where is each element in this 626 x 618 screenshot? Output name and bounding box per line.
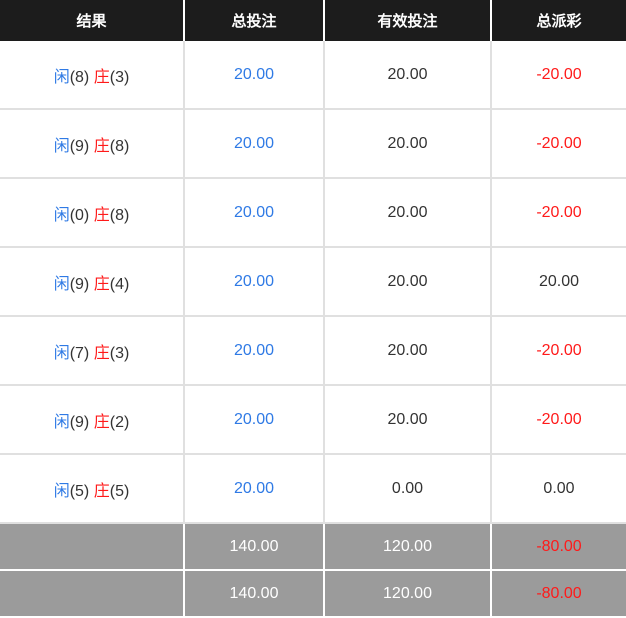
player-label: 闲 bbox=[53, 275, 70, 293]
payout-cell: -20.00 bbox=[491, 385, 626, 455]
payout-cell: -20.00 bbox=[491, 316, 626, 386]
header-total-bet: 总投注 bbox=[184, 0, 325, 41]
header-total-payout: 总派彩 bbox=[491, 0, 626, 41]
banker-label: 庄 bbox=[93, 137, 110, 155]
player-label: 闲 bbox=[53, 206, 70, 224]
result-cell: 闲(9) 庄(2) bbox=[0, 385, 185, 455]
banker-label: 庄 bbox=[93, 206, 110, 224]
table-header: 结果 总投注 有效投注 总派彩 bbox=[0, 0, 626, 41]
table-body: 闲(8) 庄(3) 20.00 20.00 -20.00 闲(9) 庄(8) 2… bbox=[0, 41, 626, 618]
payout-cell: -20.00 bbox=[491, 178, 626, 248]
player-score: (9) bbox=[69, 413, 90, 431]
player-score: (9) bbox=[69, 137, 90, 155]
valid-bet-cell: 20.00 bbox=[324, 316, 492, 386]
subtotal-total-bet: 140.00 bbox=[184, 523, 325, 571]
player-score: (8) bbox=[69, 68, 90, 86]
banker-score: (3) bbox=[109, 68, 130, 86]
subtotal-valid-bet: 120.00 bbox=[324, 523, 492, 571]
total-bet-cell: 20.00 bbox=[184, 385, 325, 455]
banker-label: 庄 bbox=[93, 344, 110, 362]
total-bet-cell: 20.00 bbox=[184, 454, 325, 524]
table-row: 闲(9) 庄(8) 20.00 20.00 -20.00 bbox=[0, 109, 626, 179]
result-cell: 闲(9) 庄(8) bbox=[0, 109, 185, 179]
total-bet-cell: 20.00 bbox=[184, 178, 325, 248]
valid-bet-cell: 20.00 bbox=[324, 247, 492, 317]
total-bet-cell: 20.00 bbox=[184, 316, 325, 386]
player-label: 闲 bbox=[53, 413, 70, 431]
valid-bet-cell: 20.00 bbox=[324, 178, 492, 248]
payout-cell: 20.00 bbox=[491, 247, 626, 317]
player-score: (7) bbox=[69, 344, 90, 362]
result-cell: 闲(7) 庄(3) bbox=[0, 316, 185, 386]
banker-score: (4) bbox=[109, 275, 130, 293]
grand-total-row: 140.00 120.00 -80.00 bbox=[0, 570, 626, 618]
table-row: 闲(9) 庄(4) 20.00 20.00 20.00 bbox=[0, 247, 626, 317]
result-cell: 闲(9) 庄(4) bbox=[0, 247, 185, 317]
result-cell: 闲(8) 庄(3) bbox=[0, 41, 185, 110]
player-score: (5) bbox=[69, 482, 90, 500]
payout-cell: -20.00 bbox=[491, 41, 626, 110]
grand-total-label-cell bbox=[0, 570, 185, 618]
result-cell: 闲(5) 庄(5) bbox=[0, 454, 185, 524]
grand-total-valid-bet: 120.00 bbox=[324, 570, 492, 618]
banker-score: (8) bbox=[109, 206, 130, 224]
banker-score: (3) bbox=[109, 344, 130, 362]
header-row: 结果 总投注 有效投注 总派彩 bbox=[0, 0, 626, 41]
header-valid-bet: 有效投注 bbox=[324, 0, 492, 41]
banker-label: 庄 bbox=[93, 275, 110, 293]
banker-label: 庄 bbox=[93, 482, 110, 500]
player-score: (0) bbox=[69, 206, 90, 224]
grand-total-total-bet: 140.00 bbox=[184, 570, 325, 618]
banker-score: (2) bbox=[109, 413, 130, 431]
payout-cell: 0.00 bbox=[491, 454, 626, 524]
subtotal-row: 140.00 120.00 -80.00 bbox=[0, 523, 626, 571]
valid-bet-cell: 20.00 bbox=[324, 41, 492, 110]
banker-label: 庄 bbox=[93, 413, 110, 431]
subtotal-payout: -80.00 bbox=[491, 523, 626, 571]
valid-bet-cell: 0.00 bbox=[324, 454, 492, 524]
header-result: 结果 bbox=[0, 0, 185, 41]
total-bet-cell: 20.00 bbox=[184, 109, 325, 179]
valid-bet-cell: 20.00 bbox=[324, 385, 492, 455]
banker-label: 庄 bbox=[93, 68, 110, 86]
table-row: 闲(8) 庄(3) 20.00 20.00 -20.00 bbox=[0, 41, 626, 110]
banker-score: (8) bbox=[109, 137, 130, 155]
player-label: 闲 bbox=[53, 137, 70, 155]
total-bet-cell: 20.00 bbox=[184, 41, 325, 110]
bet-history-table: 结果 总投注 有效投注 总派彩 闲(8) 庄(3) 20.00 20.00 -2… bbox=[0, 0, 626, 618]
subtotal-label-cell bbox=[0, 523, 185, 571]
table-row: 闲(9) 庄(2) 20.00 20.00 -20.00 bbox=[0, 385, 626, 455]
total-bet-cell: 20.00 bbox=[184, 247, 325, 317]
valid-bet-cell: 20.00 bbox=[324, 109, 492, 179]
player-score: (9) bbox=[69, 275, 90, 293]
table-row: 闲(5) 庄(5) 20.00 0.00 0.00 bbox=[0, 454, 626, 524]
player-label: 闲 bbox=[53, 482, 70, 500]
table-row: 闲(7) 庄(3) 20.00 20.00 -20.00 bbox=[0, 316, 626, 386]
player-label: 闲 bbox=[53, 68, 70, 86]
result-cell: 闲(0) 庄(8) bbox=[0, 178, 185, 248]
table-row: 闲(0) 庄(8) 20.00 20.00 -20.00 bbox=[0, 178, 626, 248]
payout-cell: -20.00 bbox=[491, 109, 626, 179]
grand-total-payout: -80.00 bbox=[491, 570, 626, 618]
player-label: 闲 bbox=[53, 344, 70, 362]
banker-score: (5) bbox=[109, 482, 130, 500]
